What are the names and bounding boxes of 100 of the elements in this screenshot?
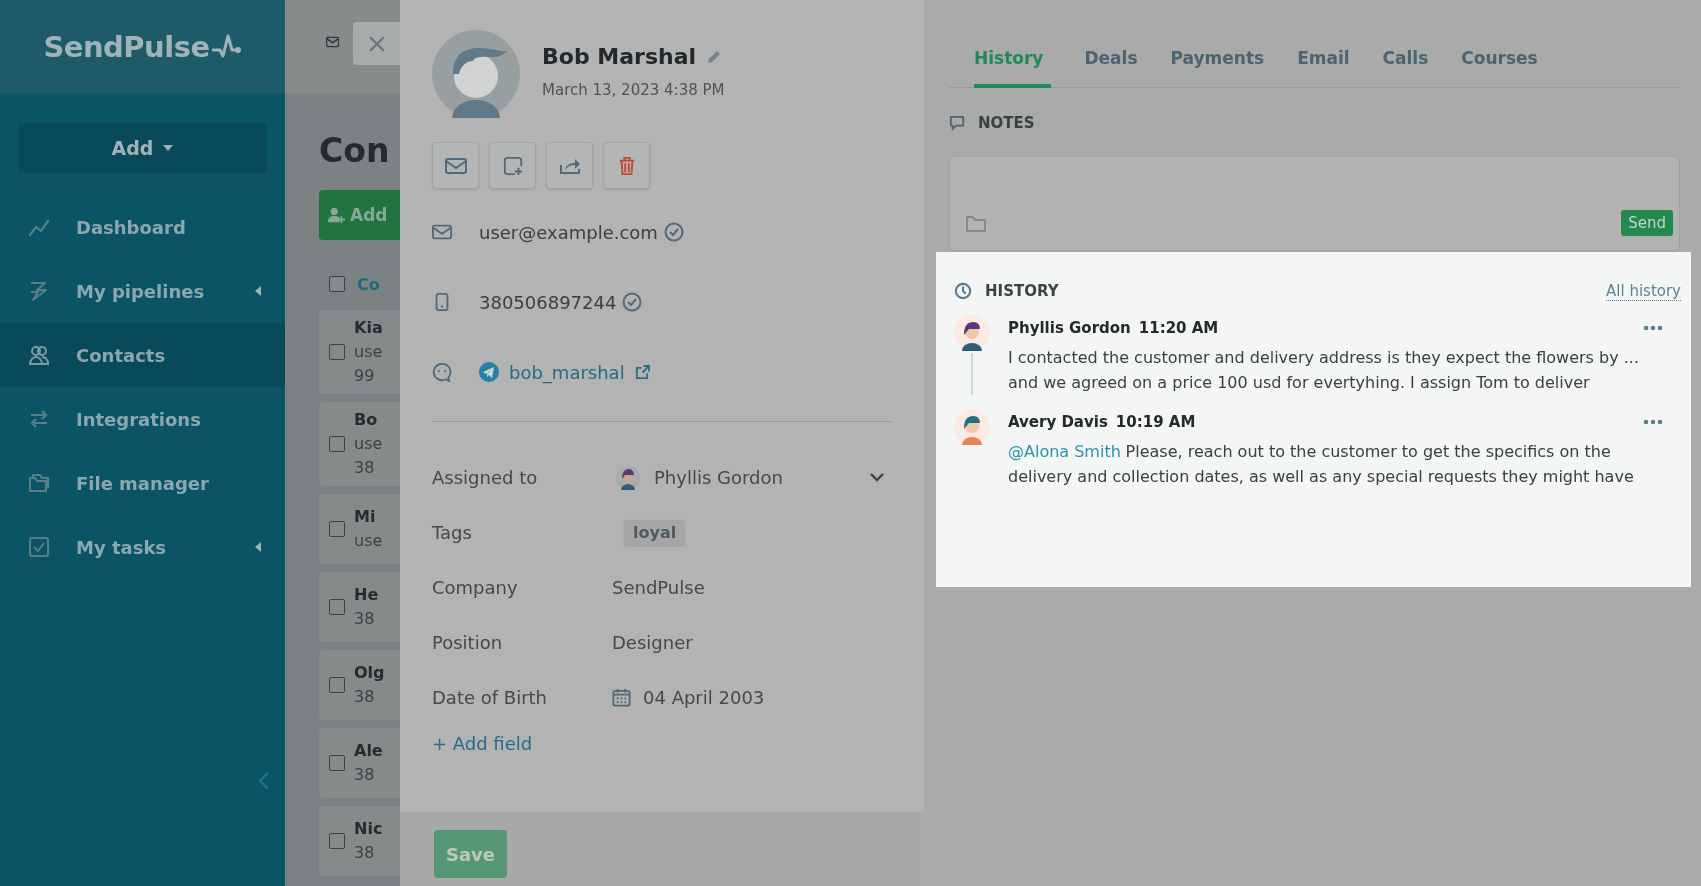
entry-time: 11:20 AM	[1138, 318, 1219, 337]
folder-icon	[28, 472, 50, 494]
avatar	[616, 465, 640, 490]
pencil-icon[interactable]	[706, 48, 723, 65]
delete-button[interactable]	[603, 142, 650, 189]
telegram-icon	[479, 362, 499, 382]
close-button[interactable]	[353, 22, 400, 65]
phone-value: 380506897244	[479, 291, 617, 313]
people-icon	[28, 344, 50, 366]
nav-item[interactable]: My tasks	[0, 515, 285, 579]
contact-detail: use	[354, 530, 383, 552]
contact-detail: 38	[354, 608, 376, 630]
field-label: Date of Birth	[432, 687, 549, 708]
note-text: I contacted the customer and delivery address is they expect the flowers by ... and we agreed on a price 100 usd for evertyhing. I assign Tom to deliver	[1008, 346, 1640, 394]
assignee-value[interactable]: Phyllis Gordon	[654, 467, 783, 488]
contact-row[interactable]: Ale 38	[319, 728, 400, 798]
all-history-link[interactable]: All history	[1606, 281, 1681, 301]
mention-link[interactable]: @Alona Smith	[1008, 441, 1121, 461]
add-button[interactable]: Add	[18, 123, 267, 173]
contact-row[interactable]: Bo use 38	[319, 402, 400, 486]
telegram-link[interactable]: bob_marshal	[509, 361, 625, 383]
contact-name: He	[354, 584, 379, 606]
share-button[interactable]	[546, 142, 593, 189]
avatar	[954, 408, 990, 445]
checkbox[interactable]	[329, 436, 345, 452]
contact-name: Olg	[354, 662, 385, 684]
checkbox[interactable]	[329, 344, 345, 360]
chevron-down-icon[interactable]	[870, 473, 884, 482]
more-icon[interactable]	[1643, 418, 1663, 425]
contact-name: Ale	[354, 740, 383, 762]
nav-item[interactable]: Dashboard	[0, 195, 285, 259]
entry-time: 10:19 AM	[1115, 412, 1196, 431]
author-name: Phyllis Gordon	[1008, 318, 1131, 337]
contact-row[interactable]: Olg 38	[319, 650, 400, 720]
field-label: Tags	[432, 522, 473, 543]
author-name: Avery Davis	[1008, 412, 1108, 431]
contact-detail: use	[354, 341, 383, 363]
send-button[interactable]: Send	[1621, 209, 1673, 236]
task-icon	[28, 536, 50, 558]
contact-detail: 38	[354, 842, 376, 864]
close-icon	[367, 33, 388, 54]
checkbox[interactable]	[329, 833, 345, 849]
contact-row[interactable]: Mi use	[319, 494, 400, 564]
contact-name: Mi	[354, 506, 377, 528]
folder-icon[interactable]	[965, 213, 987, 234]
date-value: 04 April 2003	[643, 687, 765, 708]
nav-item[interactable]: Contacts	[0, 323, 285, 387]
chat-icon	[432, 362, 452, 382]
contact-row[interactable]: Kia use 99	[319, 310, 400, 394]
arrows-icon	[28, 408, 50, 430]
external-link-icon[interactable]	[634, 364, 650, 380]
field-value: Designer	[612, 632, 693, 653]
tab[interactable]: Payments	[1170, 40, 1265, 88]
caret-icon	[163, 145, 174, 151]
mail-icon	[432, 222, 452, 242]
contact-name: Bob Marshal	[542, 44, 697, 69]
tab[interactable]: History	[974, 40, 1052, 88]
collapse-icon[interactable]	[259, 772, 269, 790]
tab[interactable]: Courses	[1461, 40, 1538, 88]
section-title: HISTORY	[985, 282, 1059, 300]
notes-field[interactable]: Send	[949, 155, 1680, 251]
add-contact-button[interactable]: Add	[319, 190, 400, 240]
email-button[interactable]	[432, 142, 479, 189]
contact-name: Kia	[354, 317, 383, 339]
contact-detail: 99	[354, 365, 376, 387]
user-plus-icon	[327, 206, 345, 224]
calendar-icon	[612, 688, 631, 707]
tag[interactable]: loyal	[624, 520, 686, 545]
nav-item[interactable]: File manager	[0, 451, 285, 515]
checkbox[interactable]	[329, 599, 345, 615]
more-icon[interactable]	[1643, 324, 1663, 331]
contact-detail: 38	[354, 457, 376, 479]
field-label: Position	[432, 632, 504, 653]
add-deal-button[interactable]	[489, 142, 536, 189]
tab[interactable]: Email	[1297, 40, 1350, 88]
tab[interactable]: Deals	[1084, 40, 1138, 88]
pipeline-icon	[28, 280, 50, 302]
checkbox[interactable]	[329, 276, 345, 292]
checkbox[interactable]	[329, 755, 345, 771]
contact-name: Nic	[354, 818, 383, 840]
contact-row[interactable]: Nic 38	[319, 806, 400, 876]
add-field-link[interactable]: + Add field	[432, 733, 533, 754]
tab[interactable]: Calls	[1382, 40, 1429, 88]
comment-icon	[949, 114, 965, 131]
contact-detail: 38	[354, 764, 376, 786]
contact-detail: 38	[354, 686, 376, 708]
save-button[interactable]: Save	[434, 830, 507, 878]
clock-icon	[954, 282, 972, 300]
nav-item[interactable]: Integrations	[0, 387, 285, 451]
nav-item[interactable]: My pipelines	[0, 259, 285, 323]
note-text: @Alona Smith Please, reach out to the customer to get the specifics on the delivery and collection dates, as well as any special requests they might have	[1008, 440, 1635, 488]
checkbox[interactable]	[329, 677, 345, 693]
page-title: Con	[319, 131, 390, 170]
pulse-icon	[211, 33, 242, 60]
field-label: Company	[432, 577, 519, 598]
email-value: user@example.com	[479, 221, 658, 243]
contact-row[interactable]: He 38	[319, 572, 400, 642]
checkbox[interactable]	[329, 521, 345, 537]
created-date: March 13, 2023 4:38 PM	[542, 81, 725, 99]
contact-name: Bo	[354, 409, 379, 431]
